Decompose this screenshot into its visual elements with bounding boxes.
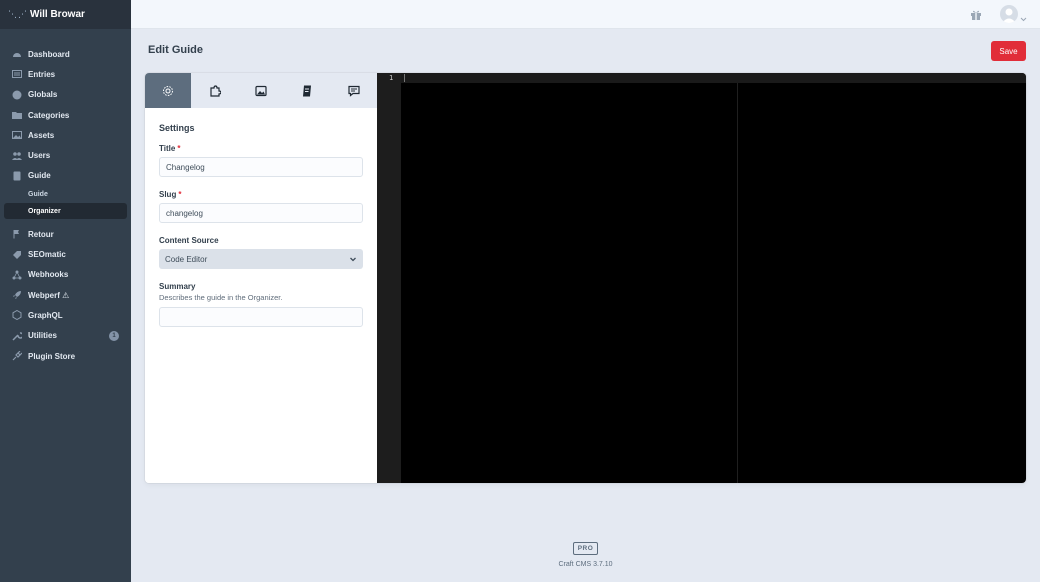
- section-title: Settings: [159, 123, 195, 133]
- tab-settings[interactable]: [145, 73, 192, 108]
- summary-label: Summary: [159, 282, 196, 291]
- image-icon: [12, 130, 22, 140]
- nav-label: Globals: [28, 90, 58, 100]
- chevron-down-icon: [350, 257, 356, 262]
- print-margin-ruler: [737, 83, 738, 483]
- sidebar: ⋱⋰ Will Browar Dashboard Entries Globals…: [0, 0, 131, 582]
- plug-icon: [12, 351, 22, 361]
- nav-assets[interactable]: Assets: [0, 125, 131, 145]
- title-label: Title *: [159, 144, 363, 153]
- globe-icon: [12, 90, 22, 100]
- required-mark: *: [177, 144, 181, 153]
- title-field: Title * Changelog: [159, 144, 363, 177]
- folder-icon: [12, 110, 22, 120]
- line-number: 1: [389, 74, 394, 82]
- tab-components[interactable]: [191, 73, 237, 108]
- slug-label: Slug *: [159, 190, 363, 199]
- tag-icon: [12, 250, 22, 260]
- title-label-text: Title: [159, 144, 176, 153]
- nav-label: Guide: [28, 171, 51, 181]
- newspaper-icon: [12, 69, 22, 79]
- tab-comments[interactable]: [331, 73, 377, 108]
- edition-badge: PRO: [573, 542, 598, 555]
- puzzle-icon: [209, 84, 221, 97]
- nav-label: Assets: [28, 130, 55, 140]
- user-avatar[interactable]: [1000, 5, 1018, 23]
- chevron-down-icon[interactable]: [1020, 10, 1027, 22]
- summary-input[interactable]: [159, 307, 363, 327]
- site-brand[interactable]: ⋱⋰ Will Browar: [0, 0, 131, 29]
- summary-field: Summary Describes the guide in the Organ…: [159, 282, 363, 327]
- nav-plugin-store[interactable]: Plugin Store: [0, 346, 131, 366]
- nav-label: Dashboard: [28, 49, 70, 59]
- site-name: Will Browar: [30, 9, 85, 20]
- nav-users[interactable]: Users: [0, 145, 131, 165]
- tab-images[interactable]: [238, 73, 284, 108]
- webhook-icon: [12, 270, 22, 280]
- page-title: Edit Guide: [148, 44, 203, 56]
- nav-dashboard[interactable]: Dashboard: [0, 44, 131, 64]
- nav-label: Users: [28, 151, 51, 161]
- nav-globals[interactable]: Globals: [0, 85, 131, 105]
- nav-graphql[interactable]: GraphQL: [0, 305, 131, 325]
- subnav-organizer[interactable]: Organizer: [4, 203, 127, 220]
- nav-label: SEOmatic: [28, 250, 66, 260]
- rocket-icon: [12, 290, 22, 300]
- nav-label: Entries: [28, 69, 56, 79]
- nav-label: GraphQL: [28, 310, 63, 320]
- content-source-field: Content Source Code Editor: [159, 236, 363, 269]
- image-icon: [255, 85, 267, 96]
- summary-instructions: Describes the guide in the Organizer.: [159, 293, 283, 302]
- settings-icon: [163, 85, 174, 96]
- settings-panel: Settings Title * Changelog Slug * changelo…: [145, 73, 377, 483]
- line-gutter: [377, 73, 401, 483]
- nav-label: Utilities: [28, 331, 57, 341]
- craft-logo-icon: ⋱⋰: [8, 9, 28, 19]
- top-bar: [131, 0, 1040, 29]
- subnav-guide[interactable]: Guide: [0, 186, 131, 202]
- nav-retour[interactable]: Retour: [0, 224, 131, 244]
- nav-webperf[interactable]: Webperf ⚠: [0, 285, 131, 305]
- nav-seomatic[interactable]: SEOmatic: [0, 244, 131, 264]
- nav-label: Plugin Store: [28, 351, 76, 361]
- flag-icon: [12, 229, 22, 239]
- panel-tabs: [145, 73, 377, 108]
- nav-label: Categories: [28, 110, 70, 120]
- nav-label: Retour: [28, 229, 54, 239]
- content-source-select[interactable]: Code Editor: [159, 249, 363, 269]
- slug-label-text: Slug: [159, 190, 177, 199]
- gift-icon[interactable]: [970, 8, 982, 20]
- nav-categories[interactable]: Categories: [0, 105, 131, 125]
- code-editor[interactable]: 1: [377, 73, 1026, 483]
- version-text: Craft CMS 3.7.10: [558, 561, 613, 568]
- content-source-value: Code Editor: [165, 254, 208, 264]
- save-button[interactable]: Save: [991, 41, 1026, 61]
- gauge-icon: [12, 49, 22, 59]
- nav-guide[interactable]: Guide: [0, 166, 131, 186]
- nav-webhooks[interactable]: Webhooks: [0, 265, 131, 285]
- comment-icon: [348, 85, 360, 97]
- tab-templates[interactable]: [284, 73, 330, 108]
- nav-label: Webperf ⚠: [28, 290, 70, 300]
- title-input[interactable]: Changelog: [159, 157, 363, 177]
- content-source-label: Content Source: [159, 236, 219, 245]
- graphql-icon: [12, 310, 22, 321]
- slug-input[interactable]: changelog: [159, 203, 363, 223]
- text-cursor: [404, 74, 405, 82]
- nav-label: Webhooks: [28, 270, 69, 280]
- utilities-badge: 1: [109, 330, 119, 341]
- slug-field: Slug * changelog: [159, 190, 363, 223]
- book-icon: [12, 171, 22, 181]
- guide-editor-card: Settings Title * Changelog Slug * changelo…: [145, 73, 1026, 483]
- main-nav: Dashboard Entries Globals Categories Ass…: [0, 29, 131, 366]
- nav-entries[interactable]: Entries: [0, 64, 131, 84]
- active-line-highlight: [401, 73, 1026, 83]
- users-icon: [12, 151, 22, 161]
- nav-utilities[interactable]: Utilities 1: [0, 326, 131, 346]
- required-mark: *: [178, 190, 182, 199]
- settings-form: Settings Title * Changelog Slug * changelo…: [145, 108, 377, 355]
- wrench-icon: [12, 331, 22, 341]
- document-icon: [303, 85, 312, 96]
